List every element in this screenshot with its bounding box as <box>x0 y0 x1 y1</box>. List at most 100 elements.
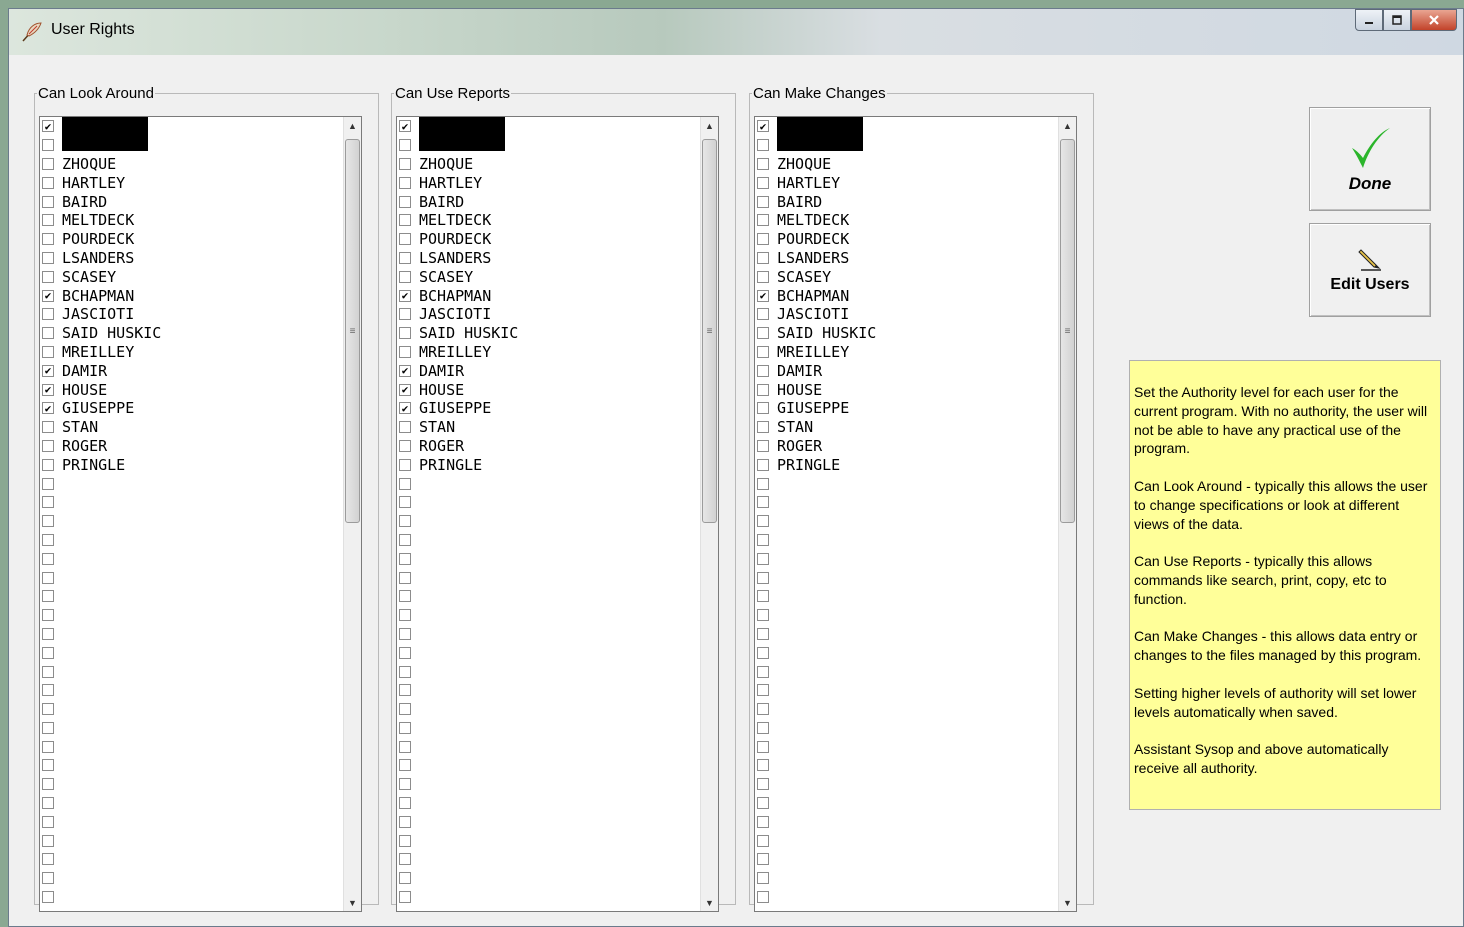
list-item-empty[interactable] <box>397 700 700 719</box>
checkbox[interactable] <box>42 665 54 678</box>
list-item[interactable]: PRINGLE <box>40 455 343 474</box>
list-item[interactable]: SAID HUSKIC <box>755 324 1058 343</box>
scroll-thumb[interactable]: ≡ <box>345 139 360 523</box>
minimize-button[interactable] <box>1355 9 1383 31</box>
list-item[interactable]: MELTDECK <box>40 211 343 230</box>
checkbox[interactable] <box>42 834 54 847</box>
maximize-button[interactable] <box>1383 9 1411 31</box>
list-item[interactable]: MREILLEY <box>397 343 700 362</box>
list-item-empty[interactable] <box>40 700 343 719</box>
list-item-empty[interactable] <box>40 568 343 587</box>
checkbox[interactable] <box>757 627 769 640</box>
checkbox[interactable] <box>757 421 769 434</box>
list-item-empty[interactable] <box>755 850 1058 869</box>
list-item[interactable]: POURDECK <box>755 230 1058 249</box>
list-item[interactable]: PRINGLE <box>755 455 1058 474</box>
list-item[interactable]: ROGER <box>755 437 1058 456</box>
checkbox[interactable] <box>399 533 411 546</box>
list-item-empty[interactable] <box>397 549 700 568</box>
list-item-empty[interactable] <box>755 794 1058 813</box>
list-item-empty[interactable] <box>755 606 1058 625</box>
list-item-empty[interactable] <box>397 775 700 794</box>
scroll-up-arrow-icon[interactable]: ▲ <box>1059 117 1076 134</box>
checkbox[interactable] <box>399 759 411 772</box>
list-item-empty[interactable] <box>40 775 343 794</box>
checkbox[interactable] <box>42 139 54 152</box>
list-item[interactable]: DAMIR <box>755 361 1058 380</box>
list-item[interactable]: MREILLEY <box>755 343 1058 362</box>
list-item[interactable]: ZHOQUE <box>755 155 1058 174</box>
list-item-empty[interactable] <box>397 643 700 662</box>
list-item-empty[interactable] <box>397 794 700 813</box>
checkbox[interactable] <box>757 665 769 678</box>
list-item-empty[interactable] <box>755 812 1058 831</box>
checkbox[interactable] <box>42 703 54 716</box>
list-item[interactable]: BAIRD <box>397 192 700 211</box>
checkbox[interactable]: ✔ <box>757 120 769 133</box>
checkbox[interactable] <box>757 590 769 603</box>
vertical-scrollbar[interactable]: ▲ ≡ ▼ <box>343 117 361 911</box>
list-item[interactable]: HARTLEY <box>755 173 1058 192</box>
list-item-empty[interactable] <box>40 850 343 869</box>
title-bar[interactable]: User Rights <box>9 9 1463 55</box>
checkbox[interactable] <box>757 533 769 546</box>
list-item-empty[interactable] <box>397 662 700 681</box>
checkbox[interactable] <box>757 872 769 885</box>
checkbox[interactable] <box>42 891 54 904</box>
list-item-empty[interactable] <box>397 606 700 625</box>
list-item-empty[interactable] <box>397 531 700 550</box>
list-item-empty[interactable] <box>755 888 1058 907</box>
checkbox[interactable] <box>757 552 769 565</box>
checkbox[interactable]: ✔ <box>42 289 54 302</box>
done-button[interactable]: Done <box>1309 107 1431 211</box>
checkbox[interactable]: ✔ <box>399 383 411 396</box>
checkbox[interactable] <box>757 383 769 396</box>
checkbox[interactable] <box>42 815 54 828</box>
list-item-empty[interactable] <box>40 643 343 662</box>
checkbox[interactable] <box>42 233 54 246</box>
checkbox[interactable] <box>757 834 769 847</box>
checkbox[interactable] <box>757 195 769 208</box>
list-item[interactable]: ✔ GIUSEPPE <box>40 399 343 418</box>
list-item-empty[interactable] <box>755 869 1058 888</box>
list-item[interactable]: HOUSE <box>755 380 1058 399</box>
list-item-empty[interactable] <box>755 549 1058 568</box>
list-item[interactable]: ✔ DAMIR <box>40 361 343 380</box>
list-item[interactable]: ZHOQUE <box>397 155 700 174</box>
list-item[interactable]: BAIRD <box>755 192 1058 211</box>
checkbox[interactable] <box>757 458 769 471</box>
checkbox[interactable] <box>757 778 769 791</box>
checkbox[interactable]: ✔ <box>399 120 411 133</box>
list-item[interactable]: LSANDERS <box>755 249 1058 268</box>
list-item-empty[interactable] <box>397 587 700 606</box>
checkbox[interactable] <box>757 270 769 283</box>
vertical-scrollbar[interactable]: ▲ ≡ ▼ <box>700 117 718 911</box>
checkbox[interactable] <box>399 778 411 791</box>
checkbox[interactable] <box>399 853 411 866</box>
checkbox[interactable] <box>399 214 411 227</box>
checkbox[interactable] <box>42 345 54 358</box>
checkbox[interactable] <box>399 251 411 264</box>
checkbox[interactable] <box>757 609 769 622</box>
checkbox[interactable] <box>399 345 411 358</box>
list-item-empty[interactable] <box>397 869 700 888</box>
checkbox[interactable] <box>42 214 54 227</box>
list-item[interactable]: ROGER <box>397 437 700 456</box>
scroll-thumb[interactable]: ≡ <box>1060 139 1075 523</box>
checkbox[interactable] <box>399 233 411 246</box>
checklist-can-make-changes[interactable]: ✔ ZHOQUE HARTLEY BAIRD MELTDECK POURDECK LSAND… <box>754 116 1077 912</box>
list-item-empty[interactable] <box>755 700 1058 719</box>
list-item-empty[interactable] <box>397 737 700 756</box>
close-button[interactable] <box>1411 9 1457 31</box>
scroll-thumb[interactable]: ≡ <box>702 139 717 523</box>
checkbox[interactable]: ✔ <box>399 289 411 302</box>
list-item[interactable]: JASCIOTI <box>40 305 343 324</box>
list-item[interactable]: STAN <box>755 418 1058 437</box>
checkbox[interactable] <box>757 251 769 264</box>
checkbox[interactable] <box>757 327 769 340</box>
checkbox[interactable] <box>757 139 769 152</box>
list-item[interactable]: SCASEY <box>397 267 700 286</box>
checkbox[interactable] <box>757 740 769 753</box>
list-item[interactable]: JASCIOTI <box>397 305 700 324</box>
list-item[interactable]: MELTDECK <box>397 211 700 230</box>
